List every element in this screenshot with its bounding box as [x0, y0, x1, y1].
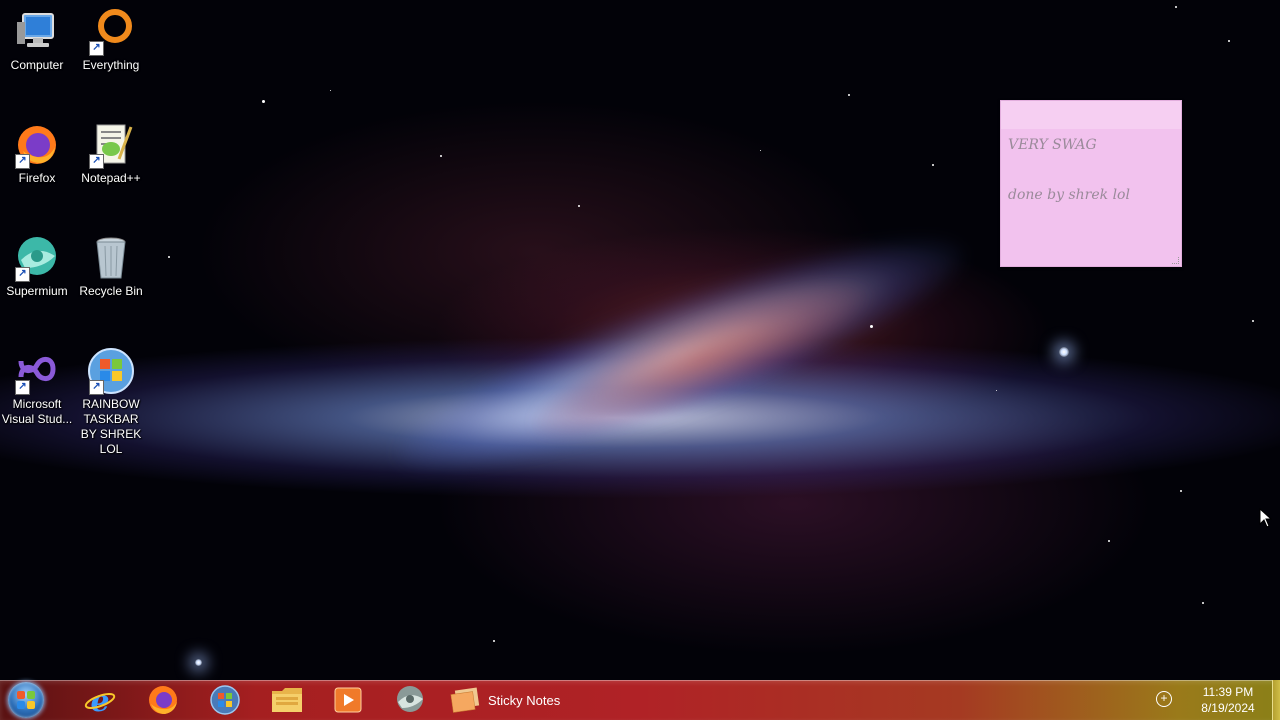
wallpaper-star	[168, 256, 170, 258]
sticky-note-line-1[interactable]: VERY SWAG	[1001, 137, 1181, 153]
taskbar-button-sticky-notes-label: Sticky Notes	[488, 692, 561, 708]
supermium-icon	[397, 686, 423, 712]
desktop-icon-recycle-bin[interactable]: Recycle Bin	[74, 234, 148, 299]
sticky-note[interactable]: VERY SWAG done by shrek lol	[1000, 100, 1182, 267]
sticky-notes-icon	[450, 687, 480, 713]
start-flag-red	[17, 691, 25, 699]
desktop-icon-rainbow-taskbar[interactable]: ↗ RAINBOW TASKBAR BY SHREK LOL	[74, 347, 148, 457]
wallpaper-star	[1202, 602, 1204, 604]
shortcut-arrow-icon: ↗	[89, 41, 104, 56]
taskbar-pin-supermium[interactable]	[382, 682, 438, 718]
firefox-icon: ↗	[13, 121, 61, 169]
wallpaper-bright-star	[1059, 347, 1069, 357]
taskbar-pin-media-player[interactable]	[320, 682, 376, 718]
start-button[interactable]	[8, 682, 44, 718]
clock-date: 8/19/2024	[1201, 701, 1255, 715]
shortcut-arrow-icon: ↗	[89, 154, 104, 169]
internet-explorer-icon: e	[84, 684, 116, 716]
sticky-note-title-bar[interactable]	[1001, 101, 1181, 129]
everything-search-icon: ↗	[87, 8, 135, 56]
folder-icon	[272, 688, 302, 712]
taskbar-clock[interactable]: 11:39 PM 8/19/2024	[1190, 684, 1266, 716]
show-desktop-button[interactable]	[1272, 680, 1280, 720]
wallpaper-star	[330, 90, 331, 91]
windows-logo-icon: ↗	[87, 347, 135, 395]
visual-studio-icon: ↗	[13, 347, 61, 395]
wallpaper-star	[932, 164, 934, 166]
notepad-plus-plus-icon: ↗	[87, 121, 135, 169]
wallpaper-star	[1108, 540, 1110, 542]
sticky-note-line-2[interactable]: done by shrek lol	[1001, 187, 1181, 203]
desktop[interactable]: Computer ↗ Everything ↗ Firefox ↗ Notepa…	[0, 0, 1280, 720]
wallpaper-star	[493, 640, 495, 642]
taskbar-pin-file-explorer[interactable]	[259, 682, 315, 718]
desktop-icon-supermium[interactable]: ↗ Supermium	[0, 234, 74, 299]
wallpaper-star	[870, 325, 873, 328]
taskbar-pin-internet-explorer[interactable]: e	[72, 682, 128, 718]
taskbar-button-sticky-notes[interactable]: Sticky Notes	[446, 682, 566, 718]
wallpaper-star	[440, 155, 442, 157]
desktop-icon-label: Microsoft Visual Stud...	[1, 397, 73, 426]
wallpaper-star	[1252, 320, 1254, 322]
desktop-icon-label: Notepad++	[81, 171, 141, 185]
wallpaper-star	[760, 150, 761, 151]
desktop-icon-label: Computer	[10, 58, 64, 72]
taskbar-pin-firefox[interactable]	[135, 682, 191, 718]
firefox-icon	[149, 686, 177, 714]
shortcut-arrow-icon: ↗	[89, 380, 104, 395]
desktop-icon-firefox[interactable]: ↗ Firefox	[0, 121, 74, 186]
wallpaper-bright-star	[195, 659, 202, 666]
recycle-bin-icon	[87, 234, 135, 282]
taskbar-pin-windows-media-center[interactable]	[197, 682, 253, 718]
computer-icon	[13, 8, 61, 56]
wallpaper-star	[262, 100, 265, 103]
wallpaper-star	[1175, 6, 1177, 8]
supermium-icon: ↗	[13, 234, 61, 282]
start-flag-green	[27, 691, 35, 699]
desktop-icon-computer[interactable]: Computer	[0, 8, 74, 73]
shortcut-arrow-icon: ↗	[15, 154, 30, 169]
media-player-icon	[334, 687, 362, 713]
start-flag-blue	[17, 701, 25, 709]
shortcut-arrow-icon: ↗	[15, 267, 30, 282]
shortcut-arrow-icon: ↗	[15, 380, 30, 395]
desktop-icon-notepad-plus-plus[interactable]: ↗ Notepad++	[74, 121, 148, 186]
wallpaper-star	[578, 205, 580, 207]
wallpaper-star	[996, 390, 997, 391]
wallpaper-star	[1228, 40, 1230, 42]
start-flag-yellow	[27, 701, 35, 709]
desktop-icon-label: RAINBOW TASKBAR BY SHREK LOL	[80, 397, 142, 456]
desktop-icon-everything[interactable]: ↗ Everything	[74, 8, 148, 73]
wallpaper-star	[848, 94, 850, 96]
svg-text:e: e	[90, 684, 109, 716]
desktop-icon-label: Recycle Bin	[79, 284, 143, 298]
sticky-note-resize-grip[interactable]	[1172, 257, 1179, 264]
clock-time: 11:39 PM	[1202, 685, 1254, 699]
desktop-icon-visual-studio[interactable]: ↗ Microsoft Visual Stud...	[0, 347, 74, 427]
wallpaper-star	[1180, 490, 1182, 492]
desktop-icon-label: Firefox	[18, 171, 56, 185]
desktop-icon-label: Supermium	[6, 284, 68, 298]
taskbar: e Sticky Notes	[0, 680, 1280, 720]
tray-notification-icon[interactable]: +	[1156, 691, 1172, 707]
desktop-icon-label: Everything	[82, 58, 140, 72]
windows-orb-icon	[210, 685, 240, 715]
